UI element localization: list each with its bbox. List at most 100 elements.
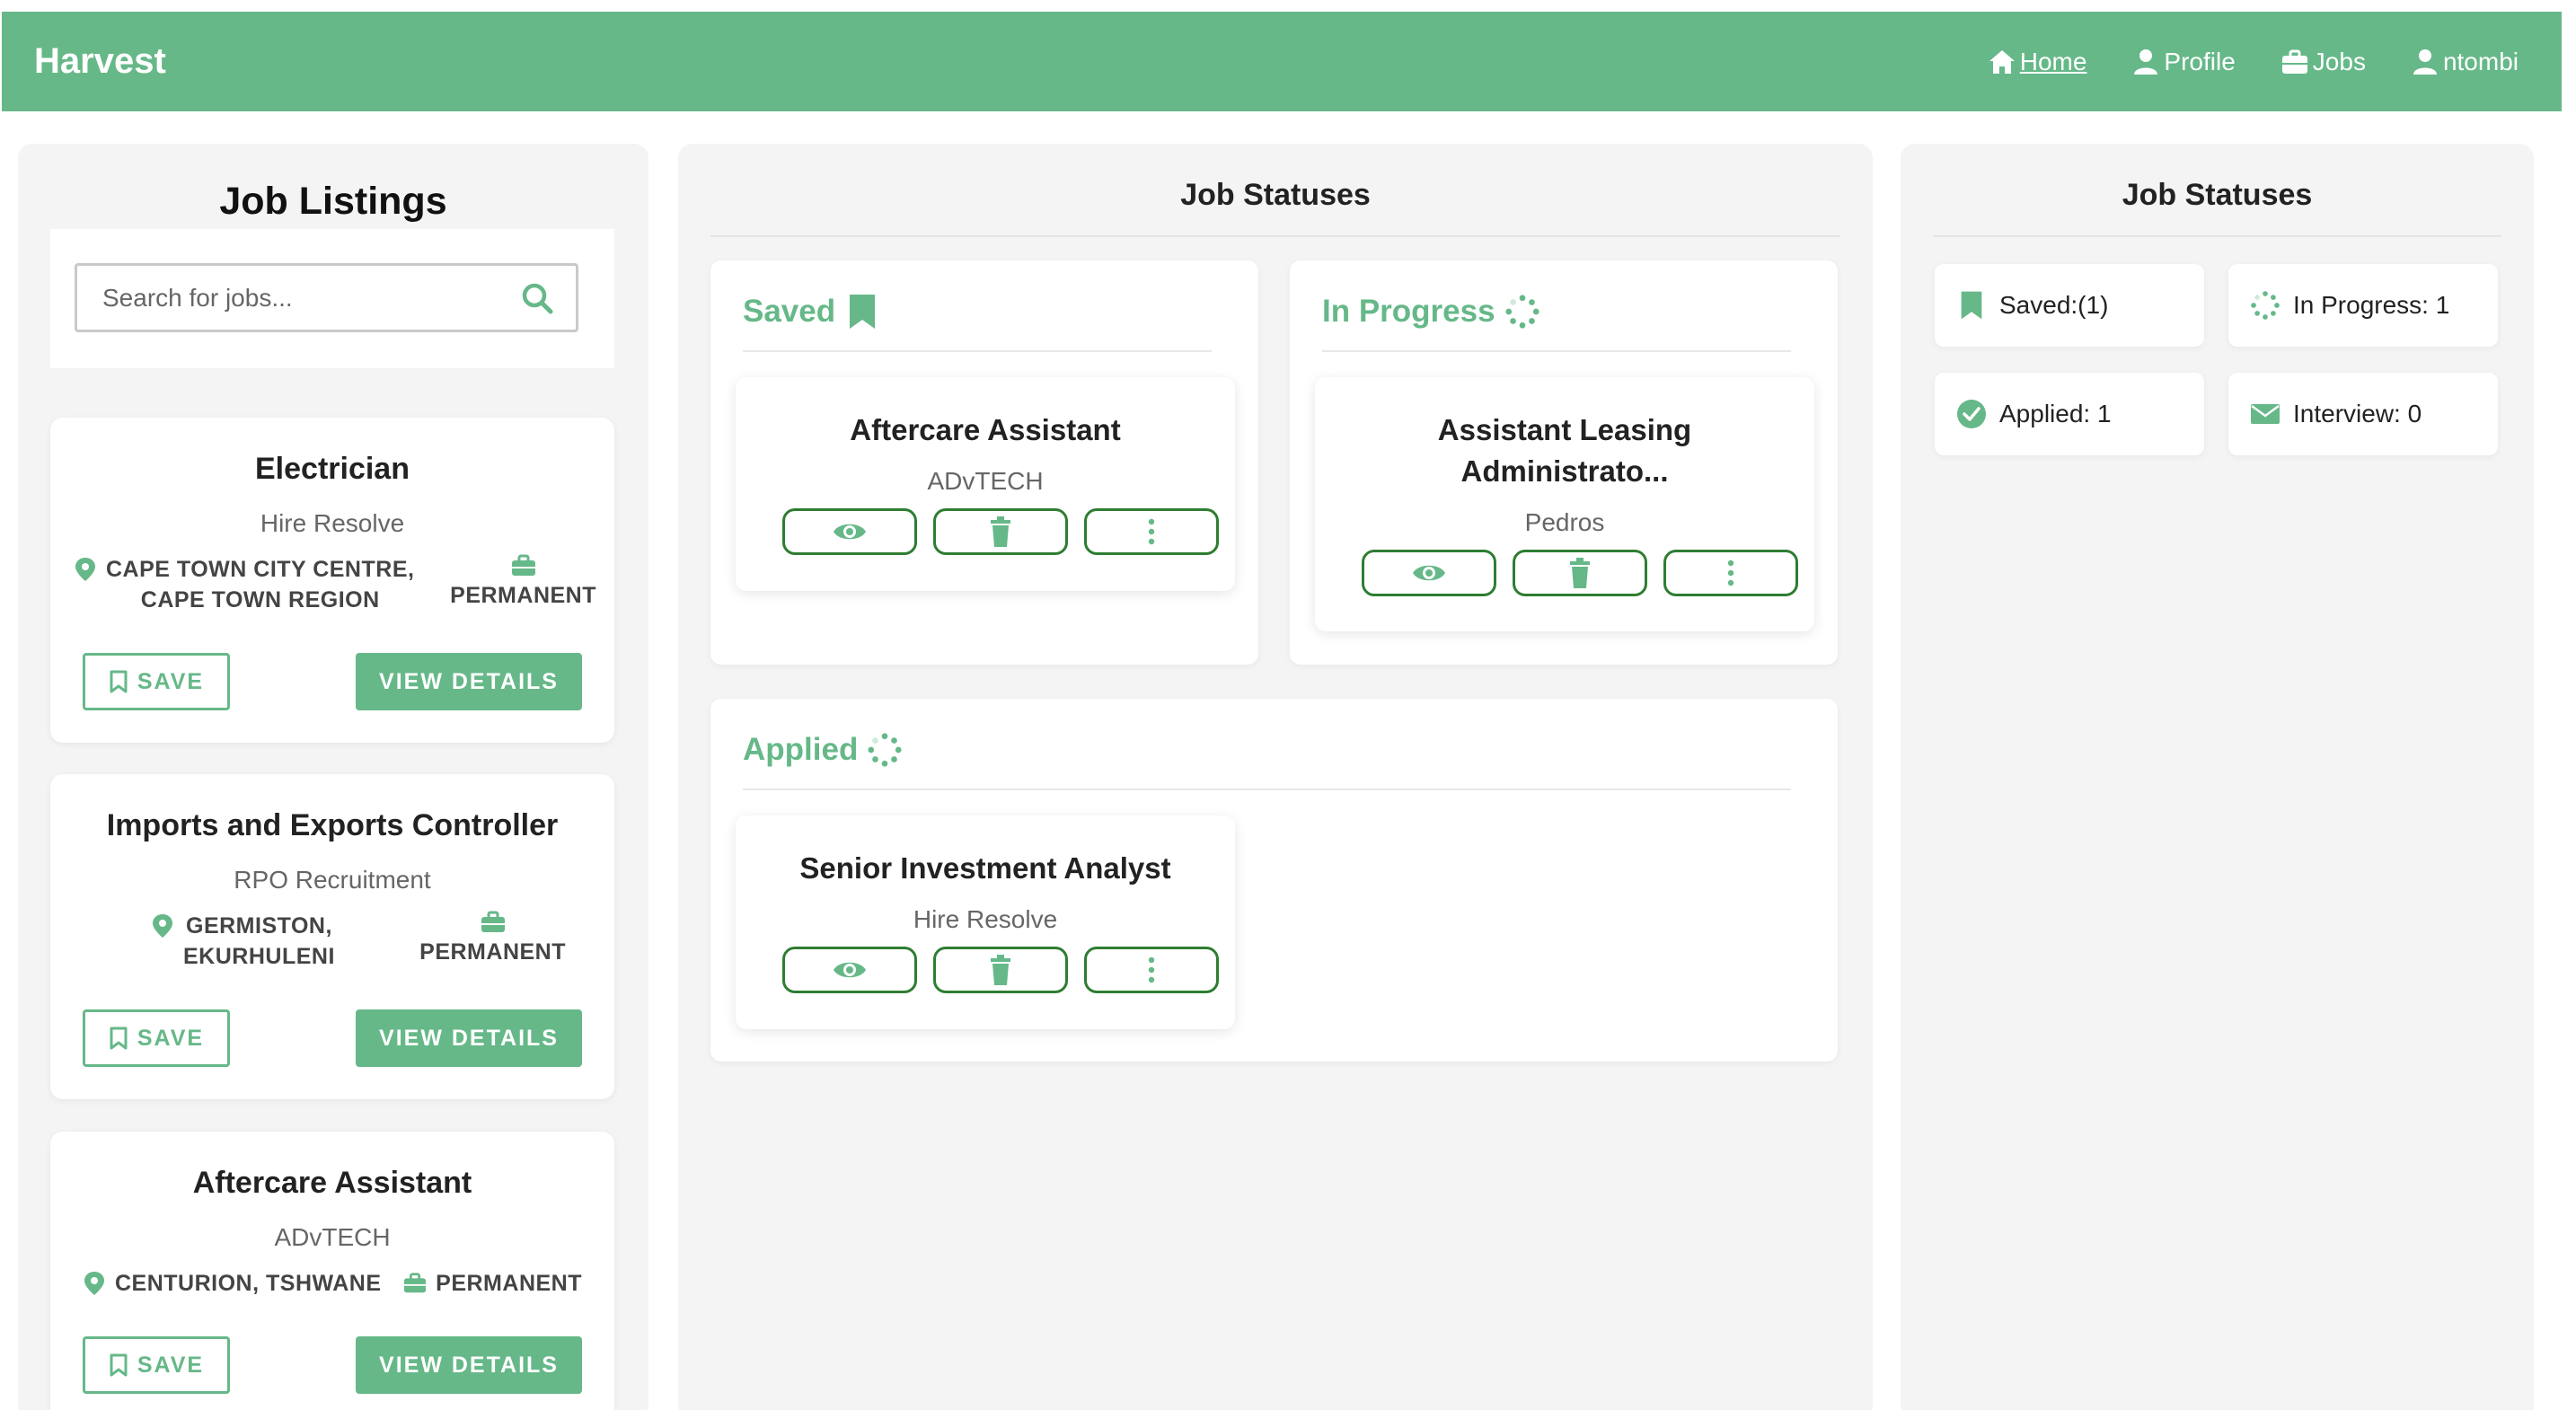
job-listings-title: Job Listings <box>219 180 447 223</box>
applied-column: Applied Senior Investment Analyst Hire R… <box>710 699 1838 1062</box>
in-progress-job-card: Assistant Leasing Administrato... Pedros <box>1315 377 1814 631</box>
save-button-label: SAVE <box>137 668 205 694</box>
job-location-line1: CAPE TOWN CITY CENTRE, <box>106 557 415 582</box>
nav-links: Home Profile Jobs ntombi <box>1988 48 2519 76</box>
applied-job-card: Senior Investment Analyst Hire Resolve <box>736 815 1235 1029</box>
job-meta: CENTURION, TSHWANE PERMANENT <box>83 1268 582 1299</box>
in-progress-count-label: In Progress: 1 <box>2293 291 2450 319</box>
trash-icon <box>983 954 1019 986</box>
job-location: GERMISTON, EKURHULENI <box>151 911 335 972</box>
briefcase-icon <box>511 554 536 577</box>
job-type: PERMANENT <box>419 911 566 965</box>
job-title: Imports and Exports Controller <box>106 808 559 842</box>
applied-heading: Applied <box>743 731 903 769</box>
applied-job-title: Senior Investment Analyst <box>799 851 1171 885</box>
more-options-button[interactable] <box>1084 508 1219 555</box>
in-progress-heading: In Progress <box>1322 293 1540 330</box>
nav-home-label: Home <box>2019 47 2087 75</box>
saved-column: Saved Aftercare Assistant ADvTECH <box>710 260 1258 665</box>
saved-job-actions <box>782 508 1219 555</box>
job-location-line2: EKURHULENI <box>183 944 335 969</box>
applied-count-tile[interactable]: Applied: 1 <box>1935 373 2204 455</box>
job-card: Aftercare Assistant ADvTECH CENTURION, T… <box>50 1132 614 1410</box>
more-options-button[interactable] <box>1663 550 1798 596</box>
job-statuses-title: Job Statuses <box>1180 178 1371 212</box>
bookmark-icon <box>1956 290 1987 321</box>
briefcase-icon <box>481 911 506 934</box>
saved-job-company: ADvTECH <box>927 467 1044 495</box>
nav-home-link[interactable]: Home <box>1988 47 2087 76</box>
job-type-label: PERMANENT <box>419 939 566 965</box>
job-meta: CAPE TOWN CITY CENTRE, CAPE TOWN REGION … <box>74 554 596 615</box>
view-button[interactable] <box>782 947 917 993</box>
user-icon <box>2411 48 2439 75</box>
bookmark-icon <box>109 1353 128 1377</box>
job-type: PERMANENT <box>403 1268 582 1299</box>
divider <box>743 350 1212 352</box>
spinner-icon <box>2250 290 2280 321</box>
saved-heading: Saved <box>743 293 880 330</box>
nav-jobs-link[interactable]: Jobs <box>2280 48 2366 76</box>
in-progress-count-tile[interactable]: In Progress: 1 <box>2228 264 2498 347</box>
more-options-button[interactable] <box>1084 947 1219 993</box>
summary-title: Job Statuses <box>2122 178 2313 212</box>
more-vertical-icon <box>1134 954 1169 986</box>
view-details-button[interactable]: VIEW DETAILS <box>356 1009 582 1067</box>
nav-jobs-label: Jobs <box>2312 47 2366 75</box>
brand-logo[interactable]: Harvest <box>34 41 166 82</box>
delete-button[interactable] <box>933 508 1068 555</box>
applied-job-company: Hire Resolve <box>913 905 1058 933</box>
envelope-icon <box>2250 399 2280 429</box>
eye-icon <box>832 516 868 548</box>
delete-button[interactable] <box>1513 550 1647 596</box>
saved-heading-label: Saved <box>743 294 836 329</box>
saved-count-label: Saved:(1) <box>1999 291 2109 319</box>
in-progress-heading-label: In Progress <box>1322 294 1495 329</box>
bookmark-icon <box>109 1027 128 1050</box>
home-icon <box>1988 48 2016 75</box>
view-button[interactable] <box>782 508 917 555</box>
job-actions: SAVE VIEW DETAILS <box>83 1009 582 1067</box>
job-statuses-board: Job Statuses Saved Aftercare Assistant A… <box>678 144 1873 1410</box>
search-icon[interactable] <box>520 281 554 315</box>
top-navbar: Harvest Home Profile Jobs ntombi <box>2 12 2562 111</box>
interview-count-label: Interview: 0 <box>2293 400 2422 427</box>
job-type: PERMANENT <box>450 554 596 609</box>
job-status-summary-panel: Job Statuses Saved:(1) In Progress: 1 Ap… <box>1901 144 2534 1410</box>
job-meta: GERMISTON, EKURHULENI PERMANENT <box>151 911 566 972</box>
search-box <box>75 263 578 332</box>
job-card: Electrician Hire Resolve CAPE TOWN CITY … <box>50 418 614 743</box>
applied-count-label: Applied: 1 <box>1999 400 2112 427</box>
spinner-icon <box>867 731 903 769</box>
saved-count-tile[interactable]: Saved:(1) <box>1935 264 2204 347</box>
delete-button[interactable] <box>933 947 1068 993</box>
job-location-text: CENTURION, TSHWANE <box>115 1271 382 1296</box>
job-actions: SAVE VIEW DETAILS <box>83 653 582 710</box>
interview-count-tile[interactable]: Interview: 0 <box>2228 373 2498 455</box>
divider <box>710 235 1840 237</box>
bookmark-icon <box>844 293 880 330</box>
location-pin-icon <box>83 1271 106 1296</box>
search-container <box>50 229 614 368</box>
nav-user-link[interactable]: ntombi <box>2411 48 2519 76</box>
divider <box>1933 235 2501 237</box>
view-details-button[interactable]: VIEW DETAILS <box>356 1336 582 1394</box>
save-button[interactable]: SAVE <box>83 1009 230 1067</box>
nav-username: ntombi <box>2442 47 2519 75</box>
save-button-label: SAVE <box>137 1025 205 1051</box>
job-location-line1: GERMISTON, <box>186 913 332 939</box>
briefcase-icon <box>403 1271 427 1296</box>
job-company: RPO Recruitment <box>234 866 431 894</box>
more-vertical-icon <box>1134 516 1169 548</box>
job-company: ADvTECH <box>274 1223 391 1251</box>
nav-profile-link[interactable]: Profile <box>2131 48 2236 76</box>
view-details-button[interactable]: VIEW DETAILS <box>356 653 582 710</box>
view-button[interactable] <box>1362 550 1496 596</box>
divider <box>1322 350 1791 352</box>
in-progress-job-company: Pedros <box>1524 508 1605 536</box>
search-input[interactable] <box>102 283 520 313</box>
save-button[interactable]: SAVE <box>83 1336 230 1394</box>
trash-icon <box>1562 557 1598 589</box>
save-button[interactable]: SAVE <box>83 653 230 710</box>
job-location-line2: CAPE TOWN REGION <box>140 587 380 612</box>
